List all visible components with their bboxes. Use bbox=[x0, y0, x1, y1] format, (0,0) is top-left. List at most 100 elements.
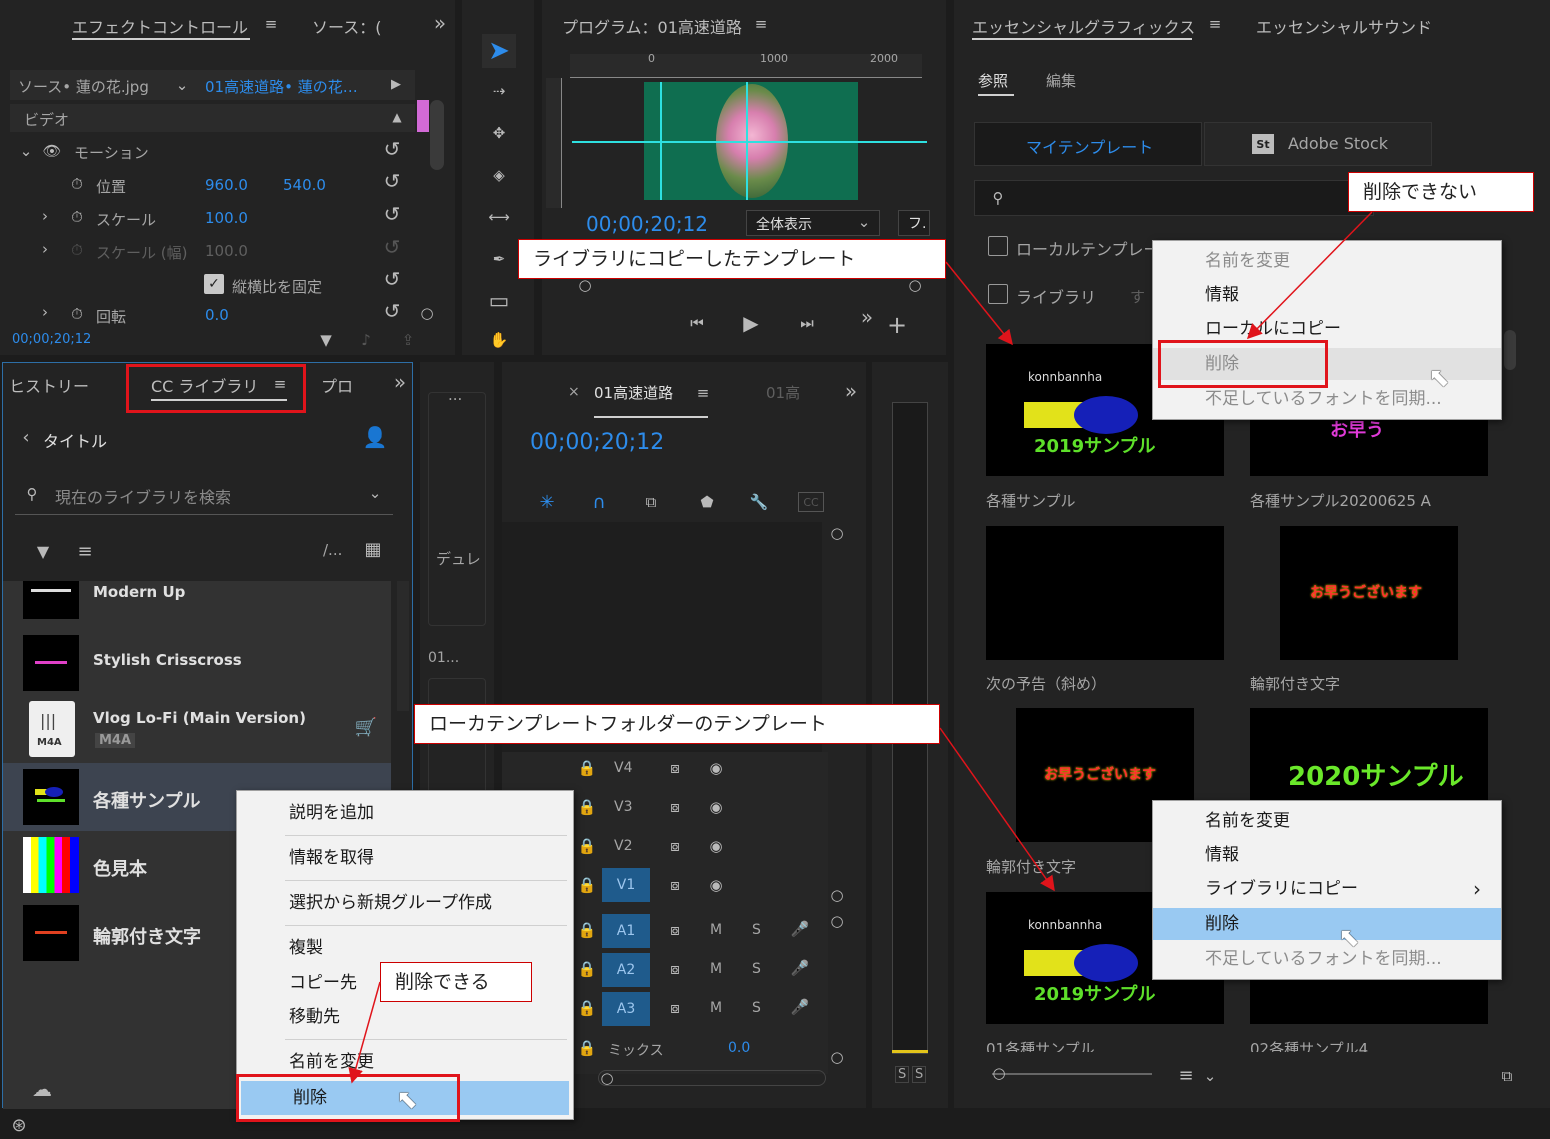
checkbox-checked-icon[interactable]: ✓ bbox=[204, 274, 224, 294]
menu-item-get-info[interactable]: 情報を取得 bbox=[237, 842, 573, 874]
track-label-v1[interactable]: V1 bbox=[602, 868, 650, 902]
scroll-knob-icon[interactable]: ○ bbox=[828, 1048, 846, 1066]
sort-icon[interactable]: ≡ bbox=[71, 539, 99, 563]
library-item-name[interactable]: 各種サンプル bbox=[93, 787, 200, 813]
reset-icon[interactable]: ↺ bbox=[380, 137, 404, 161]
stopwatch-icon[interactable]: ⏱ bbox=[66, 304, 88, 324]
scroll-knob-icon[interactable]: ○ bbox=[828, 912, 846, 930]
magnet-icon[interactable]: ∩ bbox=[586, 490, 612, 514]
overflow-icon[interactable]: » bbox=[428, 11, 452, 35]
film-icon[interactable]: ⧇ bbox=[664, 998, 686, 1018]
scrollbar[interactable] bbox=[430, 100, 444, 170]
checkbox-icon[interactable] bbox=[988, 284, 1008, 304]
sequence-clip-label[interactable]: 01高速道路• 蓮の花… bbox=[205, 76, 358, 97]
overflow-icon[interactable]: » bbox=[389, 370, 411, 394]
mute-button[interactable]: M bbox=[710, 922, 722, 938]
marker-icon[interactable]: ⬟ bbox=[694, 490, 720, 514]
tab-essential-graphics[interactable]: エッセンシャルグラフィックス bbox=[972, 14, 1195, 38]
source-clip-label[interactable]: ソース• 蓮の花.jpg bbox=[18, 76, 149, 97]
lock-icon[interactable]: 🔒 bbox=[578, 998, 597, 1018]
microphone-icon[interactable]: 🎤 bbox=[790, 918, 810, 940]
library-item-name[interactable]: Stylish Crisscross bbox=[93, 651, 242, 669]
scroll-knob-icon[interactable]: ○ bbox=[828, 886, 846, 904]
film-icon[interactable]: ⧇ bbox=[664, 920, 686, 940]
mix-volume-value[interactable]: 0.0 bbox=[728, 1040, 750, 1056]
chevron-right-icon[interactable]: › bbox=[38, 302, 52, 322]
scale-value[interactable]: 100.0 bbox=[205, 209, 248, 227]
library-item-thumb[interactable] bbox=[23, 837, 79, 893]
menu-item-info[interactable]: 情報 bbox=[1153, 279, 1501, 311]
eye-icon[interactable]: ◉ bbox=[704, 758, 728, 778]
menu-item-info[interactable]: 情報 bbox=[1153, 839, 1501, 871]
tab-effect-controls[interactable]: エフェクトコントロール bbox=[72, 14, 248, 38]
template-thumb[interactable] bbox=[986, 526, 1224, 660]
ripple-edit-tool-icon[interactable]: ✥ bbox=[482, 118, 516, 148]
linked-selection-icon[interactable]: ⧉ bbox=[638, 490, 664, 514]
library-item-name[interactable]: Vlog Lo-Fi (Main Version) bbox=[93, 709, 306, 727]
menu-item-delete[interactable]: 削除 bbox=[1153, 908, 1501, 940]
overflow-icon[interactable]: » bbox=[854, 304, 880, 330]
library-item-name[interactable]: 色見本 bbox=[93, 855, 147, 881]
chevron-left-icon[interactable]: ‹ bbox=[19, 427, 33, 448]
filter-icon[interactable]: ▼ bbox=[31, 539, 55, 563]
tab-essential-sound[interactable]: エッセンシャルサウンド bbox=[1256, 14, 1432, 38]
reset-icon[interactable]: ↺ bbox=[380, 267, 404, 291]
library-item-thumb[interactable] bbox=[23, 581, 79, 619]
library-item-name[interactable]: Modern Up bbox=[93, 583, 185, 601]
cart-icon[interactable]: 🛒 bbox=[353, 715, 379, 739]
microphone-icon[interactable]: 🎤 bbox=[790, 996, 810, 1018]
chevron-right-icon[interactable]: › bbox=[38, 206, 52, 226]
chevron-down-icon[interactable]: ⌄ bbox=[365, 483, 385, 503]
mute-button[interactable]: M bbox=[710, 961, 722, 977]
overflow-icon[interactable]: » bbox=[840, 379, 862, 403]
lock-icon[interactable]: 🔒 bbox=[578, 920, 597, 940]
add-button-icon[interactable]: + bbox=[884, 311, 910, 339]
search-input[interactable] bbox=[974, 180, 1374, 216]
eye-icon[interactable]: ◉ bbox=[704, 875, 728, 895]
eye-icon[interactable]: ◉ bbox=[704, 797, 728, 817]
wrench-icon[interactable]: 🔧 bbox=[746, 490, 772, 514]
creative-cloud-icon[interactable]: ⊛ bbox=[6, 1114, 32, 1136]
export-icon[interactable]: ⇪ bbox=[396, 330, 420, 350]
step-back-icon[interactable]: ⏮ bbox=[682, 310, 712, 336]
lock-icon[interactable]: 🔒 bbox=[578, 797, 597, 817]
razor-tool-icon[interactable]: ◈ bbox=[482, 160, 516, 190]
rotation-value[interactable]: 0.0 bbox=[205, 306, 229, 324]
position-x-value[interactable]: 960.0 bbox=[205, 176, 248, 194]
film-icon[interactable]: ⧇ bbox=[664, 875, 686, 895]
track-label-v2[interactable]: V2 bbox=[614, 838, 632, 854]
library-title[interactable]: タイトル bbox=[43, 428, 107, 452]
reset-icon[interactable]: ↺ bbox=[380, 169, 404, 193]
zoom-slider[interactable] bbox=[992, 1073, 1152, 1075]
scrollbar[interactable] bbox=[397, 581, 409, 711]
reset-icon[interactable]: ↺ bbox=[380, 299, 404, 323]
panel-menu-icon[interactable]: ≡ bbox=[694, 382, 712, 404]
menu-item-duplicate[interactable]: 複製 bbox=[237, 932, 573, 964]
scrollbar[interactable] bbox=[1504, 330, 1516, 370]
library-item-thumb[interactable] bbox=[23, 635, 79, 691]
grid-view-icon[interactable]: ▦ bbox=[361, 537, 385, 561]
panel-menu-icon[interactable]: ≡ bbox=[752, 14, 770, 34]
track-label-a1[interactable]: A1 bbox=[602, 914, 650, 948]
chevron-right-icon[interactable]: › bbox=[38, 239, 52, 259]
hand-tool-icon[interactable]: ✋ bbox=[482, 326, 516, 354]
tab-edit[interactable]: 編集 bbox=[1046, 70, 1076, 91]
effect-timecode[interactable]: 00;00;20;12 bbox=[12, 332, 91, 347]
tab-browse[interactable]: 参照 bbox=[978, 70, 1008, 91]
film-icon[interactable]: ⧇ bbox=[664, 836, 686, 856]
scroll-knob-icon[interactable]: ○ bbox=[828, 524, 846, 542]
solo-left-button[interactable]: S bbox=[895, 1066, 910, 1083]
collapse-up-icon[interactable]: ▲ bbox=[388, 108, 406, 126]
lock-icon[interactable]: 🔒 bbox=[578, 836, 597, 856]
track-label-a3[interactable]: A3 bbox=[602, 992, 650, 1026]
lock-icon[interactable]: 🔒 bbox=[578, 758, 597, 778]
tab-source[interactable]: ソース：( bbox=[312, 14, 381, 38]
rectangle-tool-icon[interactable]: ▭ bbox=[482, 286, 516, 316]
stopwatch-icon[interactable]: ⏱ bbox=[66, 174, 88, 194]
add-user-icon[interactable]: 👤 bbox=[361, 423, 389, 451]
play-triangle-icon[interactable]: ▶ bbox=[388, 74, 404, 94]
audio-file-thumb[interactable]: ||| M4A bbox=[29, 701, 75, 757]
slider-knob-icon[interactable]: ○ bbox=[990, 1064, 1008, 1082]
panel-menu-icon[interactable]: ≡ bbox=[262, 14, 280, 34]
menu-item-add-description[interactable]: 説明を追加 bbox=[237, 797, 573, 829]
